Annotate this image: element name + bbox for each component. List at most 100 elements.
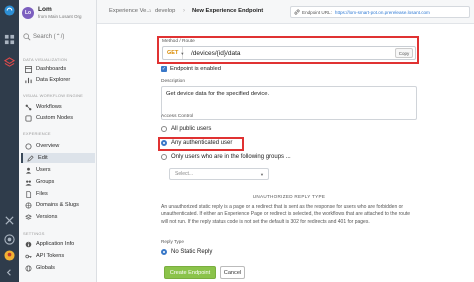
radio-icon: [161, 154, 167, 160]
chevron-down-icon: ▼: [260, 172, 264, 177]
sidebar-item-edit[interactable]: Edit: [21, 153, 95, 163]
method-value: GET: [167, 50, 179, 56]
radio-all-public-users[interactable]: All public users: [161, 126, 211, 132]
check-icon: ✓: [161, 66, 167, 72]
sidebar-item-label: Application Info: [36, 241, 75, 247]
sidebar-item-workflows[interactable]: Workflows: [21, 102, 95, 112]
radio-label: No Static Reply: [171, 249, 213, 255]
app-avatar: Lo: [22, 7, 34, 19]
endpoint-url-display[interactable]: Endpoint URL: https://lom-smart-pot.on.p…: [290, 6, 470, 18]
page-title: New Experience Endpoint: [192, 8, 264, 14]
sidebar-item-label: Edit: [38, 155, 48, 161]
file-icon: [24, 190, 32, 198]
dashboard-icon[interactable]: [3, 33, 16, 46]
experience-icon[interactable]: [3, 56, 16, 69]
search-input[interactable]: [33, 31, 93, 43]
chart-icon: [24, 76, 32, 84]
tools-icon[interactable]: [3, 214, 16, 227]
sidebar-search[interactable]: [22, 31, 94, 43]
info-icon: [24, 240, 32, 248]
sidebar-item-users[interactable]: Users: [21, 165, 95, 175]
sidebar-item-groups[interactable]: Groups: [21, 177, 95, 187]
user-avatar-icon[interactable]: [3, 249, 16, 262]
sidebar-item-label: Users: [36, 167, 51, 173]
node-icon: [24, 114, 32, 122]
section-title-settings: Settings: [23, 231, 45, 236]
radio-label: All public users: [171, 126, 212, 132]
edit-icon: [26, 154, 34, 162]
breadcrumb-experience-versions[interactable]: Experience Ve...: [109, 8, 151, 14]
globe-icon: [24, 201, 32, 209]
workflow-icon: [24, 103, 32, 111]
endpoint-enabled-checkbox[interactable]: ✓ Endpoint is enabled: [161, 66, 221, 72]
sidebar-item-custom-nodes[interactable]: Custom Nodes: [21, 113, 95, 123]
sidebar-item-label: Globals: [36, 265, 55, 271]
radio-selected-icon: [161, 249, 167, 255]
collapse-icon[interactable]: [3, 266, 16, 279]
radio-no-static-reply[interactable]: No Static Reply: [161, 249, 212, 255]
description-textarea[interactable]: Get device data for the specified device…: [161, 86, 417, 120]
versions-icon: [24, 213, 32, 221]
sidebar-item-globals[interactable]: Globals: [21, 263, 95, 273]
groups-select[interactable]: Select... ▼: [169, 168, 269, 180]
breadcrumb-develop[interactable]: develop: [155, 8, 175, 14]
sidebar-item-versions[interactable]: Versions: [21, 212, 95, 222]
help-icon[interactable]: [3, 233, 16, 246]
radio-group-users[interactable]: Only users who are in the following grou…: [161, 154, 291, 160]
section-title-data-visualization: Data Visualization: [23, 57, 68, 62]
access-control-label: Access Control: [161, 114, 194, 119]
group-icon: [24, 178, 32, 186]
description-label: Description: [161, 79, 185, 84]
sidebar-item-data-explorer[interactable]: Data Explorer: [21, 75, 95, 85]
app-rail: [0, 0, 19, 282]
route-field[interactable]: GET ▼ /devices/{id}/data Copy: [162, 46, 416, 60]
sidebar-item-dashboards[interactable]: Dashboards: [21, 64, 95, 74]
globe-icon: [24, 264, 32, 272]
sidebar-item-label: Versions: [36, 214, 58, 220]
endpoint-url-label: Endpoint URL:: [302, 9, 332, 15]
section-title-experience: Experience: [23, 131, 51, 136]
link-icon: [294, 9, 300, 15]
radio-label: Only users who are in the following grou…: [171, 154, 291, 160]
app-name: Lom: [38, 6, 52, 13]
dashboard-icon: [24, 65, 32, 73]
endpoint-enabled-label: Endpoint is enabled: [170, 66, 221, 72]
radio-selected-icon: [161, 140, 167, 146]
sidebar-item-label: API Tokens: [36, 253, 65, 259]
user-icon: [24, 166, 32, 174]
reply-type-label: Reply Type: [161, 239, 184, 244]
app-switcher[interactable]: Lo Lom from Main Losant Org: [22, 5, 96, 23]
search-icon: [23, 33, 31, 41]
sidebar-item-files[interactable]: Files: [21, 189, 95, 199]
cancel-button[interactable]: Cancel: [220, 266, 245, 279]
copy-route-button[interactable]: Copy: [395, 48, 413, 58]
radio-any-authenticated-user[interactable]: Any authenticated user: [161, 140, 232, 146]
sidebar-item-label: Data Explorer: [36, 77, 71, 83]
create-endpoint-button[interactable]: Create Endpoint: [164, 266, 216, 279]
sidebar-item-overview[interactable]: Overview: [21, 141, 95, 151]
overview-icon: [24, 142, 32, 150]
sidebar-item-label: Custom Nodes: [36, 115, 73, 121]
app-org: from Main Losant Org: [38, 14, 82, 19]
breadcrumb-separator: ›: [183, 8, 185, 14]
method-select[interactable]: GET ▼: [163, 47, 184, 59]
route-label: Method / Route: [162, 39, 195, 44]
sidebar-item-label: Workflows: [36, 104, 62, 110]
sidebar-item-label: Dashboards: [36, 66, 67, 72]
route-path-input[interactable]: /devices/{id}/data: [191, 50, 395, 57]
sidebar-item-application-info[interactable]: Application Info: [21, 239, 95, 249]
key-icon: [24, 252, 32, 260]
unauthorized-reply-heading: UNAUTHORIZED REPLY TYPE: [252, 194, 326, 199]
sidebar-item-label: Groups: [36, 179, 55, 185]
description-value: Get device data for the specified device…: [166, 91, 270, 97]
section-title-visual-workflow-engine: Visual Workflow Engine: [23, 93, 84, 98]
sidebar-item-label: Files: [36, 191, 48, 197]
radio-label: Any authenticated user: [171, 140, 233, 146]
sidebar-item-domains-slugs[interactable]: Domains & Slugs: [21, 200, 95, 210]
top-bar: Experience Ve... › develop › New Experie…: [97, 0, 474, 24]
losant-logo-icon[interactable]: [3, 4, 16, 17]
sidebar: Lo Lom from Main Losant Org Data Visuali…: [19, 0, 97, 282]
sidebar-item-api-tokens[interactable]: API Tokens: [21, 251, 95, 261]
route-highlight: Method / Route GET ▼ /devices/{id}/data …: [157, 36, 419, 64]
endpoint-url-link[interactable]: https://lom-smart-pot.on.prerelease.losa…: [335, 10, 430, 15]
